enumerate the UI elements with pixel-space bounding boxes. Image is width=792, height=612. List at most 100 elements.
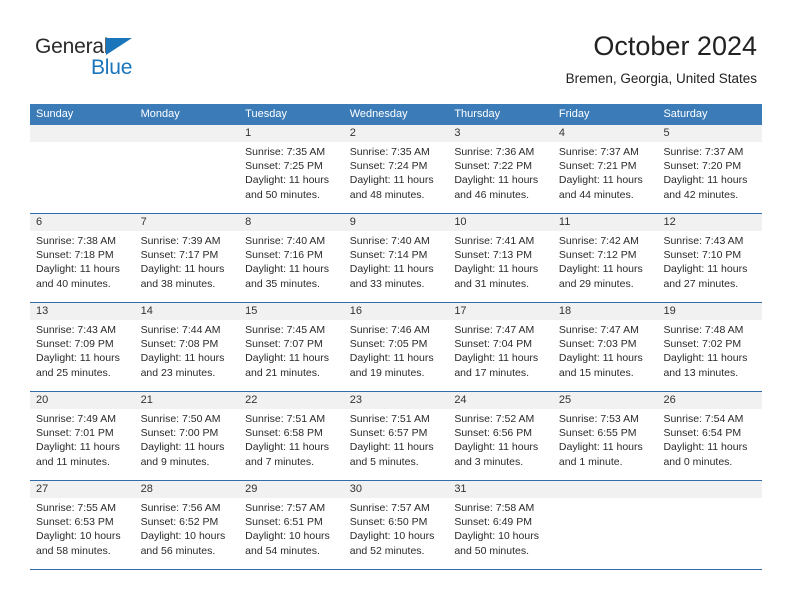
daylight-text: Daylight: 11 hours and 33 minutes. <box>349 263 434 290</box>
day-number <box>30 125 135 142</box>
sunset-text: Sunset: 6:49 PM <box>454 516 532 529</box>
day-cell-empty <box>30 125 135 213</box>
calendar-week-row: 1 Sunrise: 7:35 AM Sunset: 7:25 PM Daylight… <box>30 125 763 214</box>
day-sun-info: Sunrise: 7:40 AM Sunset: 7:14 PM Daylight:… <box>344 231 449 291</box>
sunset-text: Sunset: 7:12 PM <box>558 249 637 262</box>
day-cell[interactable]: 27 Sunrise: 7:55 AM Sunset: 6:53 PM Dayligh… <box>30 481 135 569</box>
sunrise-text: Sunrise: 7:50 AM <box>140 413 221 425</box>
sunrise-text: Sunrise: 7:40 AM <box>349 235 430 247</box>
daylight-text: Daylight: 11 hours and 17 minutes. <box>454 352 539 379</box>
day-cell[interactable]: 31 Sunrise: 7:58 AM Sunset: 6:49 PM Dayligh… <box>448 481 553 569</box>
day-sun-info: Sunrise: 7:37 AM Sunset: 7:21 PM Daylight:… <box>553 142 658 202</box>
day-cell[interactable]: 11 Sunrise: 7:42 AM Sunset: 7:12 PM Dayligh… <box>552 214 658 302</box>
day-cell[interactable]: 14 Sunrise: 7:44 AM Sunset: 7:08 PM Dayligh… <box>134 303 240 391</box>
sunrise-text: Sunrise: 7:39 AM <box>140 235 221 247</box>
day-cell[interactable]: 18 Sunrise: 7:47 AM Sunset: 7:03 PM Dayligh… <box>552 303 658 391</box>
day-number: 21 <box>134 392 240 409</box>
day-cell[interactable]: 5 Sunrise: 7:37 AM Sunset: 7:20 PM Daylight… <box>657 125 763 213</box>
day-number: 14 <box>134 303 240 320</box>
daylight-text: Daylight: 11 hours and 31 minutes. <box>454 263 539 290</box>
sunrise-text: Sunrise: 7:35 AM <box>349 146 430 158</box>
day-cell[interactable]: 24 Sunrise: 7:52 AM Sunset: 6:56 PM Dayligh… <box>448 392 553 480</box>
sunset-text: Sunset: 7:18 PM <box>36 249 114 262</box>
day-sun-info: Sunrise: 7:43 AM Sunset: 7:10 PM Daylight:… <box>657 231 762 291</box>
daylight-text: Daylight: 11 hours and 23 minutes. <box>140 352 225 379</box>
sunrise-text: Sunrise: 7:38 AM <box>36 235 116 247</box>
day-cell[interactable]: 3 Sunrise: 7:36 AM Sunset: 7:22 PM Daylight… <box>448 125 553 213</box>
sunrise-text: Sunrise: 7:47 AM <box>558 324 639 336</box>
day-cell[interactable]: 2 Sunrise: 7:35 AM Sunset: 7:24 PM Daylight… <box>343 125 449 213</box>
day-cell[interactable]: 13 Sunrise: 7:43 AM Sunset: 7:09 PM Dayligh… <box>30 303 135 391</box>
sunset-text: Sunset: 7:02 PM <box>663 338 742 351</box>
daylight-text: Daylight: 11 hours and 40 minutes. <box>36 263 120 290</box>
day-sun-info: Sunrise: 7:35 AM Sunset: 7:25 PM Daylight:… <box>239 142 344 202</box>
daylight-text: Daylight: 10 hours and 58 minutes. <box>36 530 121 557</box>
day-number: 8 <box>239 214 344 231</box>
day-number: 9 <box>343 214 449 231</box>
day-cell[interactable]: 8 Sunrise: 7:40 AM Sunset: 7:16 PM Daylight… <box>239 214 344 302</box>
day-cell[interactable]: 25 Sunrise: 7:53 AM Sunset: 6:55 PM Dayligh… <box>552 392 658 480</box>
sunset-text: Sunset: 7:04 PM <box>454 338 532 351</box>
day-sun-info: Sunrise: 7:51 AM Sunset: 6:57 PM Daylight:… <box>344 409 449 469</box>
day-sun-info: Sunrise: 7:43 AM Sunset: 7:09 PM Daylight:… <box>30 320 135 380</box>
day-sun-info: Sunrise: 7:44 AM Sunset: 7:08 PM Daylight:… <box>135 320 240 380</box>
calendar-page: General Blue October 2024 Bremen, Georgi… <box>0 0 792 612</box>
logo-triangle-icon <box>106 38 132 55</box>
day-cell[interactable]: 16 Sunrise: 7:46 AM Sunset: 7:05 PM Dayligh… <box>343 303 449 391</box>
daylight-text: Daylight: 11 hours and 29 minutes. <box>558 263 643 290</box>
weekday-header-wednesday: Wednesday <box>349 108 408 120</box>
day-cell[interactable]: 22 Sunrise: 7:51 AM Sunset: 6:58 PM Dayligh… <box>239 392 344 480</box>
day-number: 26 <box>657 392 763 409</box>
sunset-text: Sunset: 7:00 PM <box>140 427 219 440</box>
day-cell[interactable]: 21 Sunrise: 7:50 AM Sunset: 7:00 PM Dayligh… <box>134 392 240 480</box>
day-cell[interactable]: 9 Sunrise: 7:40 AM Sunset: 7:14 PM Daylight… <box>343 214 449 302</box>
day-sun-info: Sunrise: 7:35 AM Sunset: 7:24 PM Daylight:… <box>344 142 449 202</box>
day-cell[interactable]: 29 Sunrise: 7:57 AM Sunset: 6:51 PM Dayligh… <box>239 481 344 569</box>
day-cell[interactable]: 17 Sunrise: 7:47 AM Sunset: 7:04 PM Dayligh… <box>448 303 553 391</box>
day-sun-info: Sunrise: 7:58 AM Sunset: 6:49 PM Daylight:… <box>448 498 553 558</box>
day-number: 17 <box>448 303 553 320</box>
day-number: 13 <box>30 303 135 320</box>
logo-text-general: General <box>35 35 109 58</box>
daylight-text: Daylight: 11 hours and 48 minutes. <box>349 174 434 201</box>
sunset-text: Sunset: 7:05 PM <box>349 338 428 351</box>
day-cell[interactable]: 23 Sunrise: 7:51 AM Sunset: 6:57 PM Dayligh… <box>343 392 449 480</box>
day-cell[interactable]: 20 Sunrise: 7:49 AM Sunset: 7:01 PM Dayligh… <box>30 392 135 480</box>
daylight-text: Daylight: 11 hours and 46 minutes. <box>454 174 539 201</box>
day-number: 20 <box>30 392 135 409</box>
day-sun-info: Sunrise: 7:39 AM Sunset: 7:17 PM Daylight:… <box>135 231 240 291</box>
day-cell[interactable]: 1 Sunrise: 7:35 AM Sunset: 7:25 PM Daylight… <box>239 125 344 213</box>
sunrise-text: Sunrise: 7:36 AM <box>454 146 535 158</box>
sunset-text: Sunset: 7:10 PM <box>663 249 742 262</box>
sunrise-text: Sunrise: 7:46 AM <box>349 324 430 336</box>
sunset-text: Sunset: 6:56 PM <box>454 427 532 440</box>
day-number: 30 <box>343 481 449 498</box>
day-sun-info: Sunrise: 7:38 AM Sunset: 7:18 PM Daylight:… <box>30 231 135 291</box>
day-number: 27 <box>30 481 135 498</box>
day-sun-info: Sunrise: 7:45 AM Sunset: 7:07 PM Daylight:… <box>239 320 344 380</box>
sunrise-text: Sunrise: 7:43 AM <box>36 324 116 336</box>
daylight-text: Daylight: 10 hours and 52 minutes. <box>349 530 435 557</box>
sunrise-text: Sunrise: 7:37 AM <box>558 146 639 158</box>
day-number: 29 <box>239 481 344 498</box>
day-sun-info: Sunrise: 7:50 AM Sunset: 7:00 PM Daylight:… <box>135 409 240 469</box>
daylight-text: Daylight: 11 hours and 0 minutes. <box>663 441 748 468</box>
day-sun-info: Sunrise: 7:48 AM Sunset: 7:02 PM Daylight:… <box>657 320 762 380</box>
day-cell[interactable]: 19 Sunrise: 7:48 AM Sunset: 7:02 PM Dayligh… <box>657 303 763 391</box>
sunrise-text: Sunrise: 7:48 AM <box>663 324 744 336</box>
sunset-text: Sunset: 7:13 PM <box>454 249 532 262</box>
day-cell[interactable]: 12 Sunrise: 7:43 AM Sunset: 7:10 PM Dayligh… <box>657 214 763 302</box>
day-cell[interactable]: 10 Sunrise: 7:41 AM Sunset: 7:13 PM Dayligh… <box>448 214 553 302</box>
day-cell[interactable]: 7 Sunrise: 7:39 AM Sunset: 7:17 PM Daylight… <box>134 214 240 302</box>
daylight-text: Daylight: 11 hours and 1 minute. <box>558 441 643 468</box>
day-cell[interactable]: 30 Sunrise: 7:57 AM Sunset: 6:50 PM Dayligh… <box>343 481 449 569</box>
daylight-text: Daylight: 11 hours and 11 minutes. <box>36 441 120 468</box>
day-cell[interactable]: 15 Sunrise: 7:45 AM Sunset: 7:07 PM Dayligh… <box>239 303 344 391</box>
day-cell[interactable]: 4 Sunrise: 7:37 AM Sunset: 7:21 PM Daylight… <box>552 125 658 213</box>
day-cell[interactable]: 6 Sunrise: 7:38 AM Sunset: 7:18 PM Daylight… <box>30 214 135 302</box>
day-sun-info: Sunrise: 7:56 AM Sunset: 6:52 PM Daylight:… <box>135 498 240 558</box>
day-cell[interactable]: 28 Sunrise: 7:56 AM Sunset: 6:52 PM Dayligh… <box>134 481 240 569</box>
day-cell[interactable]: 26 Sunrise: 7:54 AM Sunset: 6:54 PM Dayligh… <box>657 392 763 480</box>
daylight-text: Daylight: 11 hours and 21 minutes. <box>245 352 330 379</box>
weekday-header-sunday: Sunday <box>36 108 74 120</box>
